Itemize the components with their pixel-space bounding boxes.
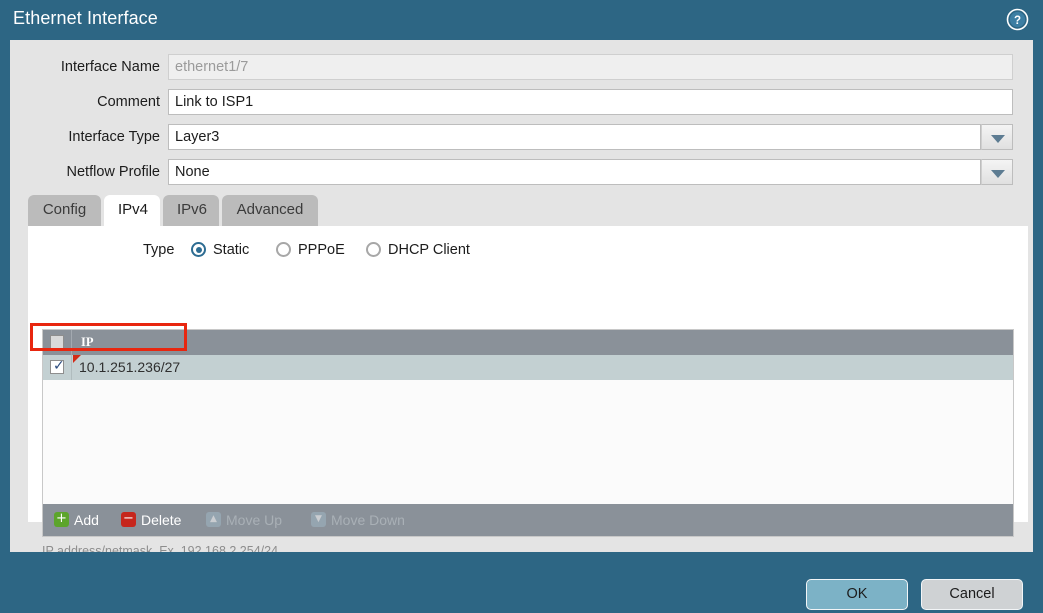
- tab-strip: Config IPv4 IPv6 Advanced: [28, 195, 1028, 226]
- interface-name-label: Interface Name: [60, 59, 160, 75]
- form-row-comment: Comment Link to ISP1: [10, 89, 1013, 115]
- plus-square-icon: +: [54, 512, 69, 527]
- form-row-interface-type: Interface Type Layer3: [10, 124, 1013, 150]
- table-row[interactable]: ✓ 10.1.251.236/27: [43, 355, 1013, 380]
- cancel-button[interactable]: Cancel: [921, 579, 1023, 610]
- svg-text:?: ?: [1014, 15, 1021, 27]
- dialog-body: Interface Name ethernet1/7 Comment Link …: [10, 40, 1033, 558]
- page-title: Ethernet Interface: [13, 8, 158, 28]
- netflow-profile-label: Netflow Profile: [66, 164, 160, 180]
- grid-toolbar: + Add − Delete ▲ Move Up ▼ Move Down: [43, 504, 1013, 536]
- chevron-down-icon: [991, 135, 1005, 143]
- interface-type-dropdown-button[interactable]: [981, 124, 1013, 150]
- tab-advanced[interactable]: Advanced: [222, 195, 318, 226]
- tab-ipv6[interactable]: IPv6: [163, 195, 219, 226]
- interface-name-field: ethernet1/7: [168, 54, 1013, 80]
- tab-config[interactable]: Config: [28, 195, 101, 226]
- radio-static-label: Static: [213, 242, 250, 258]
- row-checkbox-cell[interactable]: ✓: [43, 355, 72, 380]
- dialog-footer: OK Cancel: [0, 552, 1043, 613]
- radio-dhcp-client-label: DHCP Client: [388, 242, 470, 258]
- move-down-button[interactable]: ▼ Move Down: [311, 504, 421, 536]
- radio-pppoe-label: PPPoE: [298, 242, 345, 258]
- interface-type-label: Interface Type: [68, 129, 160, 145]
- move-down-label: Move Down: [331, 512, 405, 528]
- tab-ipv4[interactable]: IPv4: [104, 195, 160, 226]
- add-button[interactable]: + Add: [54, 504, 109, 536]
- row-ip-value: 10.1.251.236/27: [79, 359, 181, 375]
- radio-icon: [366, 242, 381, 257]
- netflow-profile-select[interactable]: None: [168, 159, 981, 185]
- select-all-checkbox[interactable]: [50, 335, 64, 349]
- comment-label: Comment: [97, 94, 160, 110]
- form-row-interface-name: Interface Name ethernet1/7: [10, 54, 1013, 80]
- radio-icon: [191, 242, 206, 257]
- move-up-label: Move Up: [226, 512, 283, 528]
- chevron-down-icon: [991, 170, 1005, 178]
- grid-select-all-cell[interactable]: [43, 330, 72, 355]
- check-icon: ✓: [53, 358, 65, 374]
- form-row-netflow-profile: Netflow Profile None: [10, 159, 1013, 185]
- ipv4-address-grid: IP ✓ 10.1.251.236/27 + Add − Delete ▲ Mo…: [42, 329, 1014, 537]
- grid-column-header-ip: IP: [81, 335, 94, 349]
- ethernet-interface-dialog: Ethernet Interface ? Interface Name ethe…: [0, 0, 1043, 613]
- minus-square-icon: −: [121, 512, 136, 527]
- help-circle-icon[interactable]: ?: [1006, 8, 1029, 31]
- delete-button[interactable]: − Delete: [121, 504, 193, 536]
- arrow-up-square-icon: ▲: [206, 512, 221, 527]
- move-up-button[interactable]: ▲ Move Up: [206, 504, 298, 536]
- ipv4-type-label: Type: [143, 242, 175, 258]
- delete-label: Delete: [141, 512, 182, 528]
- add-label: Add: [74, 512, 99, 528]
- dialog-titlebar: Ethernet Interface ?: [0, 0, 1043, 40]
- interface-type-select[interactable]: Layer3: [168, 124, 981, 150]
- comment-input[interactable]: Link to ISP1: [168, 89, 1013, 115]
- ok-button[interactable]: OK: [806, 579, 908, 610]
- ipv4-type-row: Type Static PPPoE DHCP Client: [28, 239, 1028, 261]
- grid-header-row: IP: [43, 330, 1013, 355]
- arrow-down-square-icon: ▼: [311, 512, 326, 527]
- radio-icon: [276, 242, 291, 257]
- netflow-profile-dropdown-button[interactable]: [981, 159, 1013, 185]
- ipv4-tab-panel: Type Static PPPoE DHCP Client IP ✓ 10.1.…: [28, 226, 1028, 558]
- row-checkbox[interactable]: ✓: [50, 358, 65, 374]
